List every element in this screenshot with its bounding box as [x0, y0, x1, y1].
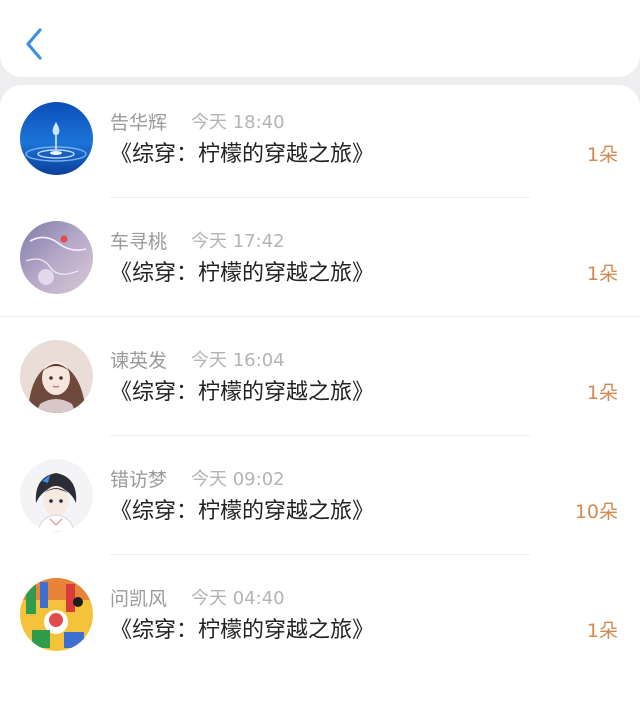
- book-title: 《综穿：柠檬的穿越之旅》: [110, 142, 375, 167]
- chevron-left-icon: [26, 28, 42, 60]
- gift-record-list: 告华辉 今天 18:40 《综穿：柠檬的穿越之旅》 1朵 车寻桃 今天 17:4…: [0, 85, 640, 705]
- sender-name: 车寻桃: [110, 231, 168, 253]
- row-divider: [110, 554, 530, 555]
- list-item[interactable]: 车寻桃 今天 17:42 《综穿：柠檬的穿越之旅》 1朵: [0, 204, 640, 323]
- send-time: 今天 16:04: [191, 350, 285, 371]
- book-title: 《综穿：柠檬的穿越之旅》: [110, 261, 375, 286]
- row-divider: [110, 435, 530, 436]
- send-time: 今天 09:02: [191, 469, 285, 490]
- sender-name: 错访梦: [110, 469, 168, 491]
- sender-name: 问凯风: [110, 588, 168, 610]
- anime-girl-avatar[interactable]: [20, 340, 93, 413]
- flower-count: 1朵: [586, 620, 618, 642]
- sender-name: 告华辉: [110, 112, 168, 134]
- send-time: 今天 04:40: [191, 588, 285, 609]
- book-title: 《综穿：柠檬的穿越之旅》: [110, 618, 375, 643]
- book-title: 《综穿：柠檬的穿越之旅》: [110, 499, 375, 524]
- flower-count: 1朵: [586, 382, 618, 404]
- send-time: 今天 17:42: [191, 231, 285, 252]
- list-item[interactable]: 问凯风 今天 04:40 《综穿：柠檬的穿越之旅》 1朵: [0, 561, 640, 680]
- water-drop-avatar[interactable]: [20, 102, 93, 175]
- back-button[interactable]: [18, 24, 52, 64]
- send-time: 今天 18:40: [191, 112, 285, 133]
- top-nav-bar: [0, 0, 640, 77]
- sender-name: 谏英发: [110, 350, 168, 372]
- flower-count: 1朵: [586, 263, 618, 285]
- book-title: 《综穿：柠檬的穿越之旅》: [110, 380, 375, 405]
- anime-boy-avatar[interactable]: [20, 459, 93, 532]
- row-divider: [110, 197, 530, 198]
- purple-sky-avatar[interactable]: [20, 221, 93, 294]
- colorful-drawing-avatar[interactable]: [20, 578, 93, 651]
- list-item[interactable]: 错访梦 今天 09:02 《综穿：柠檬的穿越之旅》 10朵: [0, 442, 640, 561]
- row-divider: [0, 316, 640, 317]
- list-item[interactable]: 谏英发 今天 16:04 《综穿：柠檬的穿越之旅》 1朵: [0, 323, 640, 442]
- flower-count: 10朵: [574, 501, 618, 523]
- flower-count: 1朵: [586, 144, 618, 166]
- list-item[interactable]: 告华辉 今天 18:40 《综穿：柠檬的穿越之旅》 1朵: [0, 85, 640, 204]
